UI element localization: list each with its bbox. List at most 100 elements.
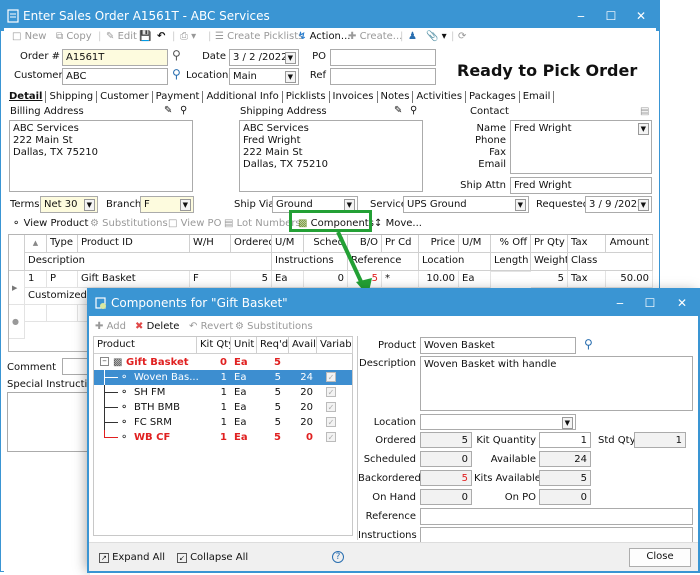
dialog-maximize-button[interactable]: ☐ — [635, 290, 665, 316]
col-um[interactable]: U/M — [272, 235, 304, 253]
view-po-button[interactable]: □ View PO — [168, 218, 221, 229]
order-search-icon[interactable]: ⚲ — [172, 48, 181, 62]
col-ordered[interactable]: Ordered — [231, 235, 272, 253]
tab-email[interactable]: Email — [520, 91, 555, 103]
collapse-all-button[interactable]: ↙ Collapse All — [177, 552, 248, 563]
sort-icon[interactable]: ▲ — [25, 235, 47, 253]
tab-notes[interactable]: Notes — [378, 91, 414, 103]
tree-col-kit-qty[interactable]: Kit Qty — [197, 337, 231, 354]
delete-button[interactable]: ✖ Delete — [135, 321, 179, 332]
dialog-close-button[interactable]: ✕ — [667, 290, 697, 316]
cell-price[interactable]: 10.00 — [419, 271, 459, 288]
maximize-button[interactable]: ☐ — [596, 1, 626, 31]
col-price[interactable]: Price — [419, 235, 459, 253]
col-description[interactable]: Description — [25, 253, 272, 271]
tree-col-variable[interactable]: Variable — [317, 337, 353, 354]
ship-attn-field[interactable]: Fred Wright — [510, 177, 652, 194]
copy-button[interactable]: ⧉ Copy — [56, 31, 92, 42]
col-prcd[interactable]: Pr Cd — [382, 235, 419, 253]
location-dropdown[interactable]: Main — [229, 68, 299, 85]
tree-col-unit[interactable]: Unit — [231, 337, 257, 354]
tab-additional-info[interactable]: Additional Info — [203, 91, 283, 103]
cell-ordered[interactable]: 5 — [231, 271, 272, 288]
print-icon[interactable]: ⎙ ▾ — [180, 31, 196, 42]
tree-row[interactable]: ⚬ BTH BMB 1 Ea 5 20 ✓ — [94, 400, 352, 415]
close-button[interactable]: ✕ — [626, 1, 656, 31]
description-field[interactable]: Woven Basket with handle — [420, 356, 693, 411]
cell-um[interactable]: Ea — [272, 271, 304, 288]
new-button[interactable]: □ New — [12, 31, 46, 42]
col-product-id[interactable]: Product ID — [78, 235, 190, 253]
help-icon[interactable]: ? — [332, 551, 344, 563]
action-button[interactable]: ↯ Action... — [298, 31, 350, 42]
tree-col-avail[interactable]: Avail — [289, 337, 317, 354]
cell-prcd[interactable]: * — [382, 271, 419, 288]
product-field[interactable]: Woven Basket — [420, 337, 576, 354]
tab-activities[interactable]: Activities — [413, 91, 467, 103]
variable-checkbox[interactable]: ✓ — [326, 432, 336, 442]
tab-detail[interactable]: Detail — [6, 91, 47, 103]
customer-search-icon[interactable]: ⚲ — [172, 67, 181, 81]
tree-row[interactable]: – ▩ Gift Basket 0 Ea 5 — [94, 355, 352, 370]
service-dropdown[interactable]: UPS Ground — [403, 196, 529, 213]
dialog-minimize-button[interactable]: ‒ — [605, 290, 635, 316]
ref-field[interactable] — [330, 68, 436, 85]
col-length[interactable]: Length — [491, 253, 531, 271]
col-um2[interactable]: U/M — [459, 235, 491, 253]
date-picker[interactable]: 3 / 2 /2022 — [229, 49, 299, 66]
tree-col-reqd[interactable]: Req'd — [257, 337, 289, 354]
variable-checkbox[interactable]: ✓ — [326, 417, 336, 427]
contact-card-icon[interactable]: ▤ — [640, 106, 649, 117]
tab-shipping[interactable]: Shipping — [46, 91, 98, 103]
move-button[interactable]: ↕ Move... — [374, 218, 422, 229]
shipping-address-box[interactable]: ABC Services Fred Wright 222 Main St Dal… — [239, 120, 423, 192]
new-row-cell[interactable] — [25, 305, 47, 322]
create-picklists-button[interactable]: ☰ Create Picklists — [215, 31, 303, 42]
substitutions-button[interactable]: ⚙ Substitutions — [90, 218, 168, 229]
tab-packages[interactable]: Packages — [466, 91, 520, 103]
close-dialog-button[interactable]: Close — [629, 548, 691, 567]
substitutions-button[interactable]: ⚙ Substitutions — [235, 321, 313, 332]
cell-wh[interactable]: F — [190, 271, 231, 288]
col-off[interactable]: % Off — [491, 235, 531, 253]
cell-off[interactable] — [491, 271, 531, 272]
tree-col-product[interactable]: Product — [94, 337, 197, 354]
contact-name-dropdown[interactable]: Fred Wright — [510, 120, 652, 174]
customer-field[interactable]: ABC — [62, 68, 168, 85]
terms-dropdown[interactable]: Net 30 — [40, 196, 98, 213]
new-row-cell[interactable] — [47, 305, 78, 322]
cell-um2[interactable]: Ea — [459, 271, 491, 288]
tree-row[interactable]: ⚬ FC SRM 1 Ea 5 20 ✓ — [94, 415, 352, 430]
order-number-field[interactable]: A1561T — [62, 49, 168, 66]
dialog-title-bar[interactable]: Components for "Gift Basket" ‒ ☐ ✕ — [89, 290, 698, 316]
undo-icon[interactable]: ↶ — [157, 31, 165, 42]
add-button[interactable]: ✚ Add — [95, 321, 126, 332]
cell-type[interactable]: P — [47, 271, 78, 288]
requested-date-picker[interactable]: 3 / 9 /2022 — [585, 196, 652, 213]
tab-invoices[interactable]: Invoices — [330, 91, 378, 103]
reference-field[interactable] — [420, 508, 693, 525]
col-prqty[interactable]: Pr Qty — [531, 235, 568, 253]
special-instructions-field[interactable] — [7, 392, 91, 452]
contacts-icon[interactable]: ♟ — [408, 31, 417, 42]
cell-amount[interactable]: 50.00 — [606, 271, 653, 288]
variable-checkbox[interactable]: ✓ — [326, 402, 336, 412]
attachment-icon[interactable]: 📎 ▾ — [426, 31, 447, 42]
revert-button[interactable]: ↶ Revert — [189, 321, 233, 332]
col-class[interactable]: Class — [568, 253, 653, 271]
col-amount[interactable]: Amount — [606, 235, 653, 253]
kit-quantity-field[interactable]: 1 — [539, 432, 591, 448]
cell-prqty[interactable]: 5 — [531, 271, 568, 288]
branch-dropdown[interactable]: F — [140, 196, 194, 213]
edit-button[interactable]: ✎ Edit — [106, 31, 137, 42]
cell-tax[interactable]: Tax — [568, 271, 606, 288]
collapse-icon[interactable]: – — [100, 357, 109, 366]
po-field[interactable] — [330, 49, 436, 66]
cell-line[interactable]: 1 — [25, 271, 47, 288]
edit-billing-icon[interactable]: ✎ — [164, 105, 172, 116]
tab-payment[interactable]: Payment — [153, 91, 204, 103]
minimize-button[interactable]: ‒ — [566, 1, 596, 31]
save-icon[interactable]: 💾 — [139, 31, 151, 42]
tree-row[interactable]: ⚬ WB CF 1 Ea 5 0 ✓ — [94, 430, 352, 445]
refresh-icon[interactable]: ⟳ — [458, 31, 466, 42]
